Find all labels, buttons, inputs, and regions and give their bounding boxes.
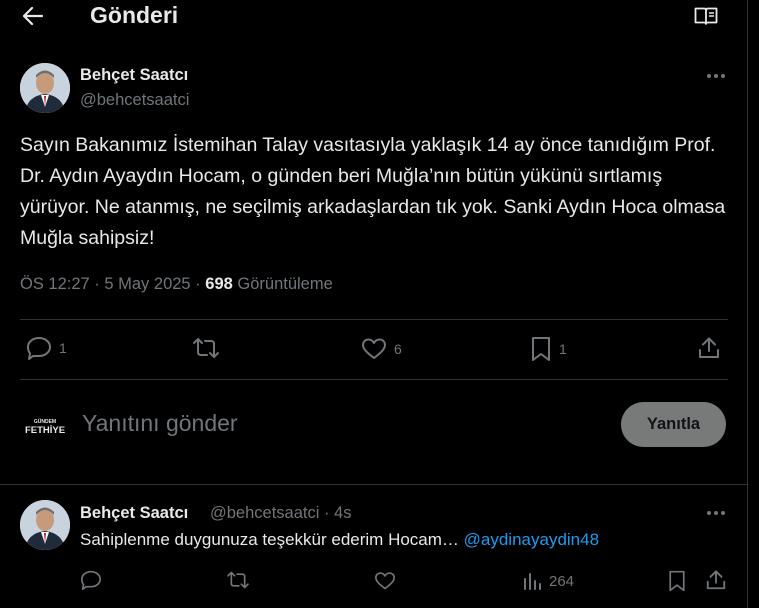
avatar-photo	[20, 500, 70, 550]
more-icon	[707, 74, 725, 78]
more-options-button[interactable]	[704, 66, 728, 86]
share-icon	[699, 337, 719, 358]
page-title: Gönderi	[90, 2, 179, 28]
views-count: 698	[205, 275, 233, 293]
reply-avatar[interactable]	[20, 500, 70, 550]
reply-action[interactable]: 1	[26, 336, 67, 360]
retweet-icon	[193, 338, 219, 358]
retweet-icon	[227, 571, 249, 589]
account-logo[interactable]: GÜNDEM FETHİYE	[22, 415, 68, 437]
reply-views-action[interactable]: 264	[522, 571, 574, 591]
reply-body: Sahiplenme duygunuza teşekkür ederim Hoc…	[80, 530, 464, 549]
bookmark-count: 1	[559, 341, 567, 357]
tweet-timestamp[interactable]: ÖS 12:27 · 5 May 2025 ·	[20, 275, 205, 293]
views-label: Görüntüleme	[232, 275, 333, 293]
reply-bookmark-action[interactable]	[667, 570, 687, 592]
avatar[interactable]	[20, 63, 70, 113]
mention-link[interactable]: @aydinayaydin48	[464, 530, 599, 549]
arrow-left-icon	[23, 7, 43, 25]
share-action[interactable]	[697, 336, 721, 360]
retweet-action[interactable]	[192, 336, 227, 360]
avatar-photo	[20, 63, 70, 113]
heart-icon	[362, 338, 386, 359]
author-handle[interactable]: @behcetsaatci	[80, 91, 189, 110]
share-icon	[706, 570, 726, 590]
bookmark-icon	[669, 570, 685, 592]
reply-retweet-action[interactable]	[226, 570, 250, 590]
tweet-meta: ÖS 12:27 · 5 May 2025 · 698 Görüntüleme	[20, 275, 333, 294]
more-icon	[707, 511, 725, 515]
divider	[20, 379, 728, 380]
section-divider	[0, 484, 747, 485]
bookmark-icon	[532, 337, 550, 361]
reply-count: 1	[59, 340, 67, 356]
reply-author-handle[interactable]: @behcetsaatci · 4s	[210, 504, 351, 523]
tweet-text: Sayın Bakanımız İstemihan Talay vasıtası…	[20, 134, 726, 249]
reply-icon	[27, 337, 51, 360]
bookmark-action[interactable]: 1	[530, 336, 567, 362]
reply-share-action[interactable]	[705, 569, 727, 591]
reply-text: Sahiplenme duygunuza teşekkür ederim Hoc…	[80, 530, 599, 550]
column-border	[747, 0, 748, 608]
author-name[interactable]: Behçet Saatcı	[80, 66, 188, 85]
reply-icon	[81, 570, 101, 590]
reply-input[interactable]: Yanıtını gönder	[82, 410, 238, 437]
reply-like-action[interactable]	[374, 571, 396, 591]
heart-icon	[375, 572, 395, 590]
reply-button[interactable]: Yanıtla	[621, 402, 726, 447]
logo-top-text: GÜNDEM	[34, 418, 56, 425]
reply-views-count: 264	[549, 572, 575, 590]
logo-bottom-text: FETHİYE	[25, 425, 65, 436]
like-action[interactable]: 6	[361, 337, 402, 361]
reply-reply-action[interactable]	[80, 570, 102, 590]
divider	[20, 319, 728, 320]
analytics-icon	[524, 573, 541, 590]
like-count: 6	[394, 341, 402, 357]
reply-author-name[interactable]: Behçet Saatcı	[80, 504, 188, 523]
book-open-icon	[694, 7, 718, 25]
page-header: Gönderi	[0, 0, 747, 34]
reader-mode-button[interactable]	[692, 4, 720, 28]
back-button[interactable]	[18, 2, 48, 30]
reply-more-options-button[interactable]	[704, 503, 728, 523]
gundem-fethiye-logo: GÜNDEM FETHİYE	[25, 418, 65, 436]
